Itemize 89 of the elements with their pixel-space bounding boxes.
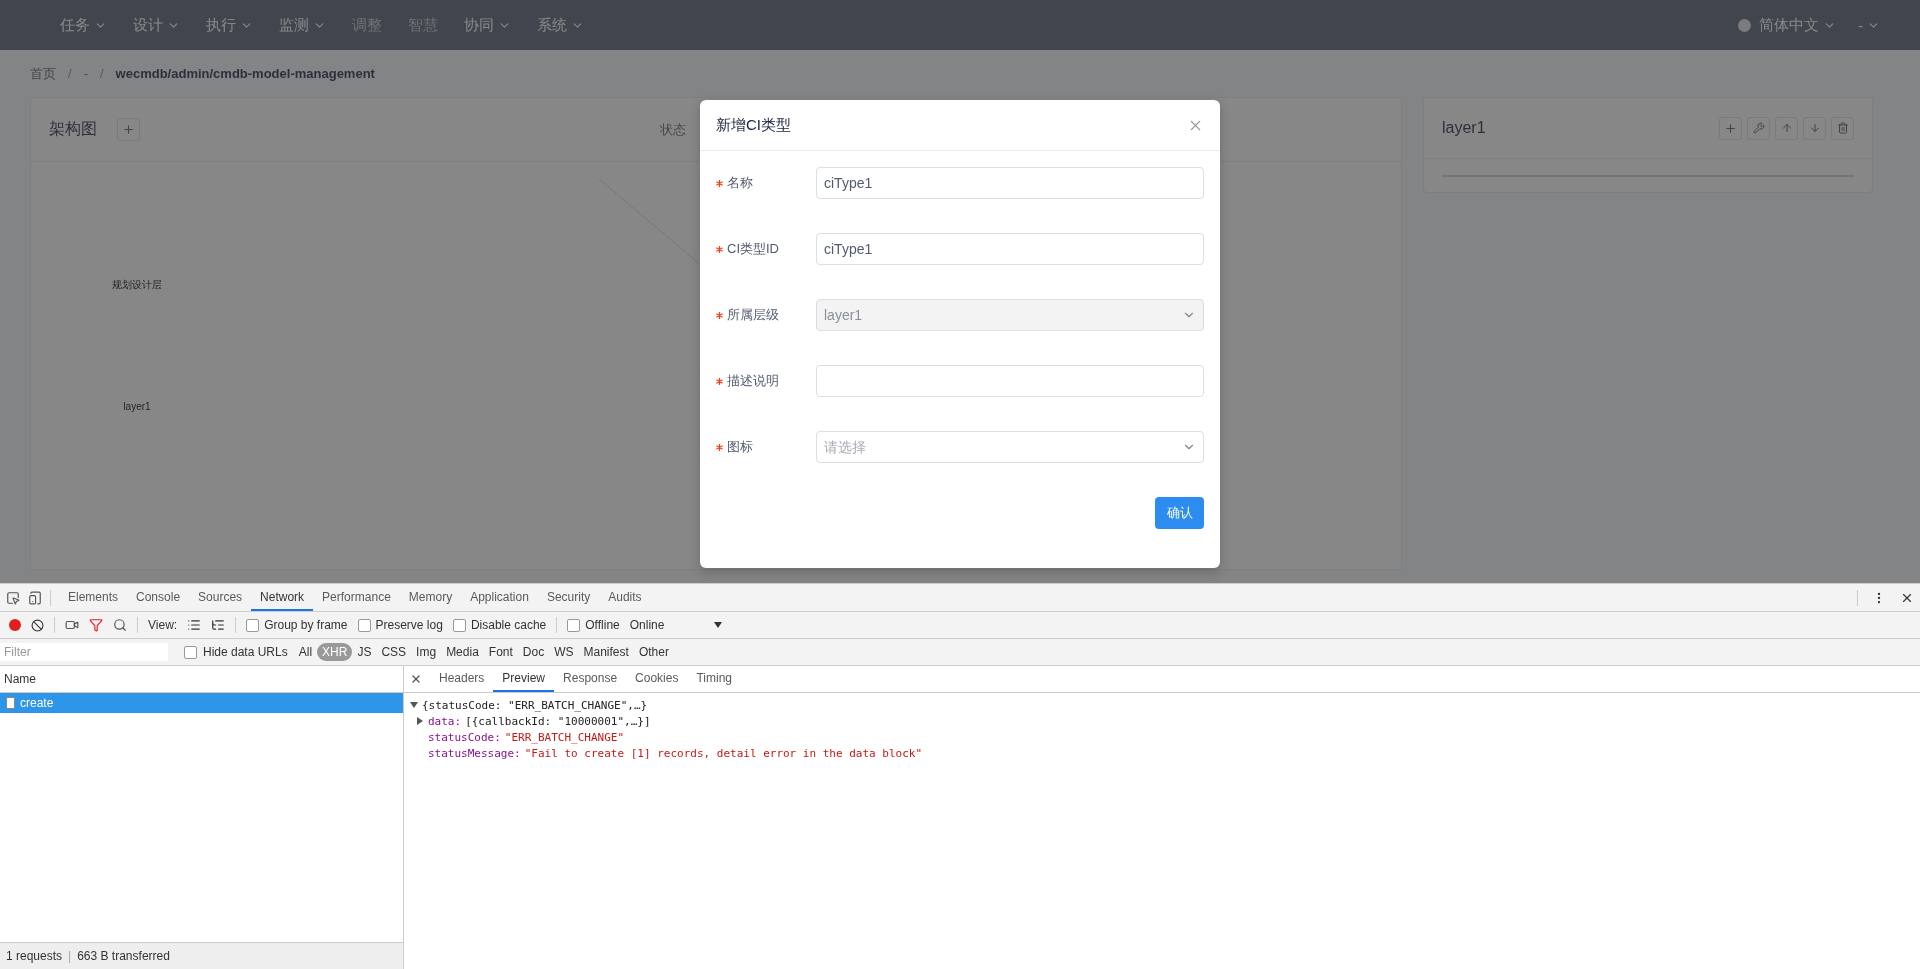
type-filter-button[interactable]: CSS <box>376 643 412 661</box>
devtools-tab[interactable]: Elements <box>59 584 128 611</box>
type-filter-button[interactable]: Media <box>441 643 484 661</box>
throttling-select[interactable]: Online <box>629 618 665 632</box>
close-icon[interactable] <box>410 673 422 685</box>
panel-title: 架构图 <box>49 119 97 139</box>
breadcrumb-separator: / <box>68 66 72 81</box>
tree-view-icon[interactable] <box>211 618 226 632</box>
detail-tab[interactable]: Response <box>554 666 627 692</box>
devtools-tab[interactable]: Performance <box>313 584 400 611</box>
field-label: CI类型ID <box>727 240 779 258</box>
breadcrumb-item[interactable]: wecmdb/admin/cmdb-model-management <box>115 66 375 81</box>
json-summary[interactable]: {statusCode: "ERR_BATCH_CHANGE",…} <box>422 698 648 712</box>
devtools-tab[interactable]: Network <box>251 584 314 611</box>
add-button[interactable] <box>117 118 140 141</box>
type-filter-button[interactable]: Manifest <box>578 643 634 661</box>
arrow-down-icon <box>1808 122 1821 134</box>
dropdown-triangle-icon[interactable] <box>714 622 723 628</box>
plus-icon <box>1724 121 1737 135</box>
type-filter-button[interactable]: Img <box>411 643 442 661</box>
devtools-tab[interactable]: Audits <box>599 584 651 611</box>
filter-icon[interactable] <box>89 618 103 632</box>
panel-title: layer1 <box>1442 119 1486 137</box>
status-separator: | <box>68 949 72 963</box>
json-key: statusMessage: <box>428 746 521 760</box>
triangle-icon[interactable] <box>410 701 418 709</box>
field-label: 描述说明 <box>727 372 779 390</box>
devtools-tab[interactable]: Application <box>461 584 538 611</box>
column-header[interactable]: Name <box>4 672 36 686</box>
detail-tab[interactable]: Timing <box>687 666 741 692</box>
trash-icon <box>1836 122 1849 134</box>
list-view-icon[interactable] <box>187 618 202 632</box>
json-value: [{callbackId: "10000001",…}] <box>465 714 651 728</box>
checkbox[interactable] <box>246 618 260 632</box>
view-label: View: <box>148 618 178 632</box>
devtools-tab[interactable]: Memory <box>399 584 462 611</box>
plus-icon <box>122 123 135 136</box>
filter-field[interactable]: Filter <box>0 643 168 661</box>
checkbox[interactable] <box>184 645 197 659</box>
field-label: 所属层级 <box>727 306 779 324</box>
checkbox-label[interactable]: Group by frame <box>264 618 348 632</box>
document-icon <box>6 697 15 709</box>
wrench-icon <box>1752 122 1765 134</box>
add-button[interactable] <box>1719 116 1742 140</box>
device-toolbar-icon[interactable] <box>28 590 42 605</box>
input-field[interactable]: ciType1 <box>816 167 1204 199</box>
type-filter-button[interactable]: Doc <box>517 643 550 661</box>
type-filter-button[interactable]: WS <box>549 643 579 661</box>
checkbox-label[interactable]: Preserve log <box>375 618 443 632</box>
delete-button[interactable] <box>1831 116 1854 140</box>
record-button[interactable] <box>9 619 21 631</box>
json-value: "ERR_BATCH_CHANGE" <box>504 730 625 744</box>
checkbox[interactable] <box>357 618 371 632</box>
devtools-tab[interactable]: Sources <box>189 584 252 611</box>
checkbox-label[interactable]: Offline <box>585 618 620 632</box>
detail-tab[interactable]: Headers <box>430 666 494 692</box>
type-filter-button[interactable]: Font <box>483 643 518 661</box>
arrow-up-icon <box>1780 122 1793 134</box>
input-field[interactable]: ciType1 <box>816 233 1204 265</box>
field-label: 图标 <box>727 438 753 456</box>
request-count: 1 requests <box>6 949 63 963</box>
devtools-tab[interactable]: Security <box>537 584 600 611</box>
transferred-size: 663 B transferred <box>77 949 170 963</box>
type-filter-button[interactable]: JS <box>352 643 377 661</box>
type-filter-button[interactable]: All <box>293 643 318 661</box>
select-field[interactable]: 请选择 <box>816 431 1204 463</box>
status-label: 状态 <box>660 120 686 139</box>
modal-title: 新增CI类型 <box>716 115 791 135</box>
diagram-node-label: 规划设计层 <box>112 278 162 292</box>
diagram-node-label: layer1 <box>123 401 151 412</box>
clear-icon[interactable] <box>31 618 44 632</box>
field-label: 名称 <box>727 174 753 192</box>
json-key: data: <box>428 714 462 728</box>
checkbox-label[interactable]: Disable cache <box>470 618 547 632</box>
checkbox[interactable] <box>452 618 466 632</box>
inspect-element-icon[interactable] <box>6 590 20 605</box>
devtools-tab[interactable]: Console <box>127 584 190 611</box>
search-icon[interactable] <box>113 618 127 632</box>
breadcrumb-separator: / <box>99 66 104 81</box>
camera-icon[interactable] <box>65 618 79 632</box>
detail-tab[interactable]: Cookies <box>626 666 688 692</box>
checkbox-label[interactable]: Hide data URLs <box>203 645 288 659</box>
json-key: statusCode: <box>428 730 501 744</box>
input-field[interactable] <box>816 365 1204 397</box>
triangle-icon[interactable] <box>416 717 424 725</box>
type-filter-button[interactable]: Other <box>633 643 674 661</box>
checkbox[interactable] <box>567 618 581 632</box>
json-value: "Fail to create [1] records, detail error in the data block" <box>524 746 923 760</box>
detail-tab[interactable]: Preview <box>493 666 555 692</box>
